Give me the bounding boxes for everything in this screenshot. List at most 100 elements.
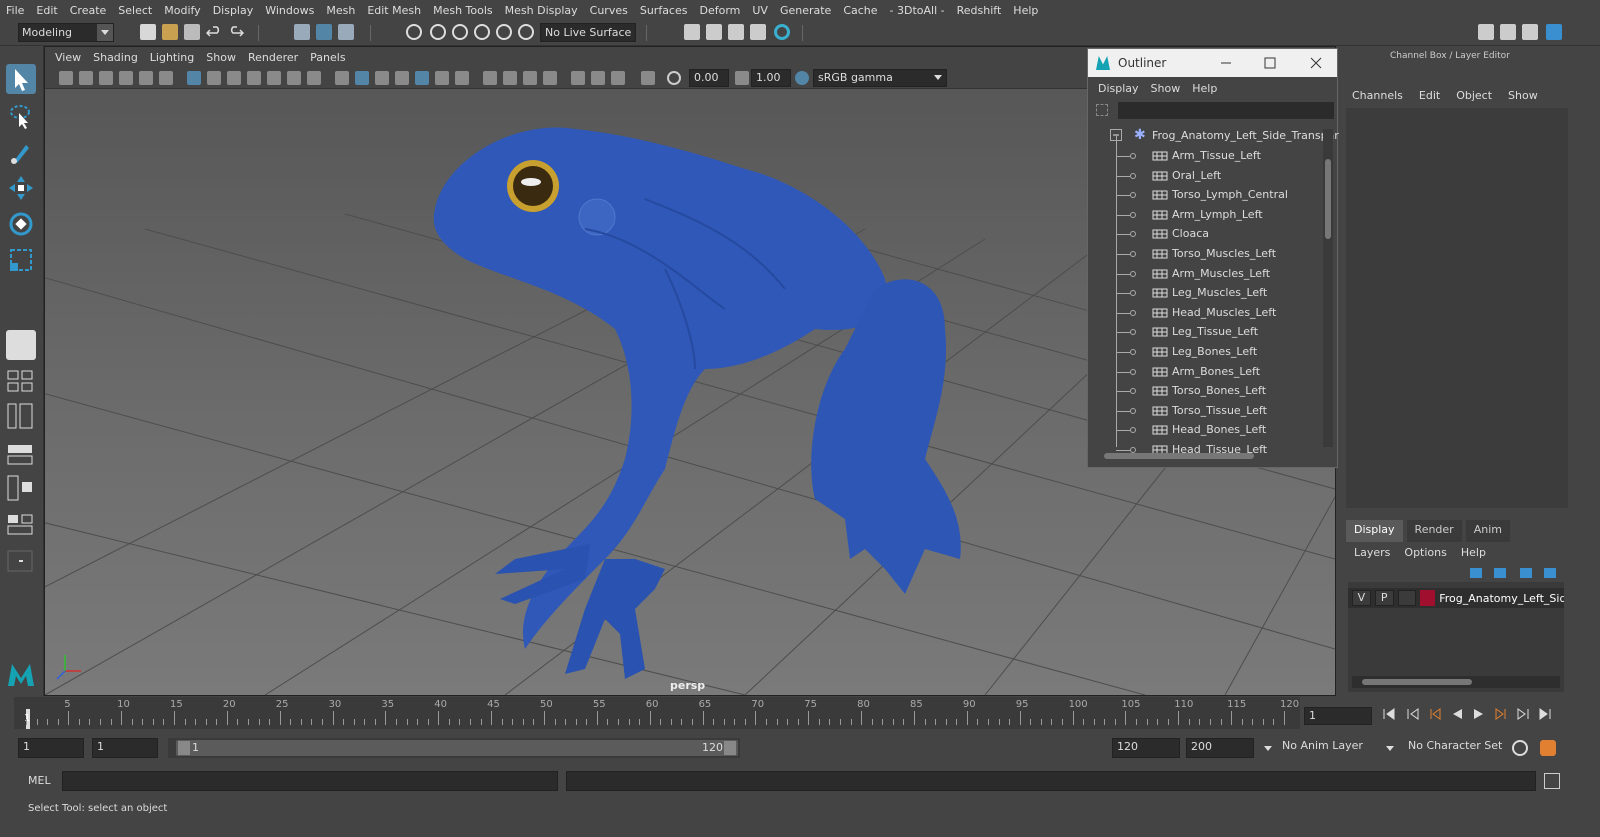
expand-dot-icon[interactable] [1130,211,1136,218]
menu-mesh-tools[interactable]: Mesh Tools [427,4,499,17]
outliner-layout-icon[interactable] [6,402,36,432]
outliner-menu-help[interactable]: Help [1186,82,1223,95]
xray-icon[interactable] [483,71,497,85]
time-slider[interactable]: 1 5 10 15 20 25 30 35 40 45 50 55 60 65 70 75 80 85 90 95 1… [14,697,1300,729]
save-scene-icon[interactable] [184,24,200,40]
step-forward-icon[interactable] [1516,707,1530,721]
step-back-key-icon[interactable] [1406,707,1420,721]
film-gate-icon[interactable] [207,71,221,85]
minimize-icon[interactable] [1218,55,1234,71]
textured-icon[interactable] [395,71,409,85]
command-language-label[interactable]: MEL [28,774,51,787]
hypershade-layout-icon[interactable] [6,474,36,504]
expand-dot-icon[interactable] [1130,368,1136,375]
select-component-icon[interactable] [338,24,354,40]
use-all-lights-icon[interactable] [415,71,429,85]
paint-select-icon[interactable] [6,137,36,167]
frame-all-icon[interactable] [571,71,585,85]
play-forwards-icon[interactable] [1472,707,1486,721]
channel-box-area[interactable] [1346,108,1568,508]
new-layer-icon[interactable] [1520,568,1532,578]
menu-cache[interactable]: Cache [837,4,883,17]
snap-live-icon[interactable] [518,24,534,40]
attribute-editor-icon[interactable] [1500,24,1516,40]
rotate-tool-icon[interactable] [6,209,36,239]
select-object-icon[interactable] [316,24,332,40]
character-set-dropdown[interactable]: No Character Set [1402,738,1508,758]
xray-joints-icon[interactable] [503,71,517,85]
gate-mask-icon[interactable] [247,71,261,85]
playback-end-field[interactable]: 120 [1112,738,1180,758]
grid-icon[interactable] [187,71,201,85]
auto-key-icon[interactable] [1512,740,1528,756]
single-perspective-layout-icon[interactable] [6,330,36,360]
expand-dot-icon[interactable] [1130,407,1136,414]
outliner-item[interactable]: Arm_Tissue_Left [1090,147,1322,167]
expand-dot-icon[interactable] [1130,231,1136,238]
snap-view-icon[interactable] [474,24,490,40]
scene-end-field[interactable]: 200 [1186,738,1254,758]
layer-display-type[interactable] [1397,590,1417,606]
prev-key-icon[interactable] [1428,707,1442,721]
viewport-menu-renderer[interactable]: Renderer [242,51,304,64]
mode-selector[interactable]: Modeling [18,23,114,42]
four-view-layout-icon[interactable] [6,366,36,392]
outliner-menu-show[interactable]: Show [1145,82,1187,95]
viewport-menu-shading[interactable]: Shading [87,51,144,64]
layer-row[interactable]: V P Frog_Anatomy_Left_Side [1348,588,1564,608]
twod-pan-icon[interactable] [139,71,153,85]
menu-display[interactable]: Display [207,4,260,17]
layer-horizontal-scrollbar[interactable] [1352,676,1560,688]
menu-mesh[interactable]: Mesh [320,4,361,17]
menu-deform[interactable]: Deform [693,4,746,17]
snap-curve-icon[interactable] [430,24,446,40]
viewport-menu-lighting[interactable]: Lighting [144,51,200,64]
menu-3dtoall[interactable]: - 3DtoAll - [884,4,951,17]
range-slider[interactable]: 1 120 [168,738,740,758]
menu-surfaces[interactable]: Surfaces [634,4,694,17]
menu-windows[interactable]: Windows [259,4,320,17]
snap-surface-icon[interactable] [496,24,512,40]
go-to-start-icon[interactable] [1382,707,1396,721]
animation-prefs-icon[interactable] [1540,740,1556,756]
color-management-icon[interactable] [795,71,809,85]
anim-layer-dropdown[interactable]: No Anim Layer [1276,738,1396,758]
menu-uv[interactable]: UV [746,4,774,17]
menu-create[interactable]: Create [64,4,113,17]
command-input[interactable] [62,771,558,791]
outliner-item[interactable]: Leg_Tissue_Left [1090,323,1322,343]
channel-menu-show[interactable]: Show [1508,89,1538,102]
expand-dot-icon[interactable] [1130,388,1136,395]
graph-layout-icon[interactable] [6,440,36,465]
expand-dot-icon[interactable] [1130,348,1136,355]
expand-dot-icon[interactable] [1130,250,1136,257]
lasso-tool-icon[interactable] [6,101,36,131]
grease-pencil-icon[interactable] [159,71,173,85]
backface-culling-icon[interactable] [543,71,557,85]
layer-visibility-toggle[interactable]: V [1352,590,1371,606]
outliner-item[interactable]: Torso_Tissue_Left [1090,402,1322,422]
hdr-icon[interactable] [641,71,655,85]
wireframe-icon[interactable] [335,71,349,85]
script-editor-icon[interactable] [1544,773,1560,789]
frame-selected-icon[interactable] [591,71,605,85]
render-view-icon[interactable] [684,24,700,40]
expand-dot-icon[interactable] [1130,309,1136,316]
wireframe-on-shaded-icon[interactable] [375,71,389,85]
outliner-item[interactable]: Arm_Lymph_Left [1090,206,1322,226]
tab-display[interactable]: Display [1346,520,1403,542]
menu-help[interactable]: Help [1007,4,1044,17]
layer-color-swatch[interactable] [1420,590,1436,606]
outliner-search-input[interactable] [1118,102,1334,119]
resolution-gate-icon[interactable] [227,71,241,85]
current-frame-field[interactable]: 1 [1304,707,1372,725]
outliner-menu-display[interactable]: Display [1092,82,1145,95]
go-to-end-icon[interactable] [1538,707,1552,721]
frog-model[interactable] [433,127,961,679]
menu-modify[interactable]: Modify [158,4,206,17]
frame-region-icon[interactable] [611,71,625,85]
outliner-item[interactable]: Oral_Left [1090,167,1322,187]
xray-components-icon[interactable] [523,71,537,85]
range-end-handle[interactable] [724,741,736,755]
range-start-handle[interactable] [178,741,190,755]
